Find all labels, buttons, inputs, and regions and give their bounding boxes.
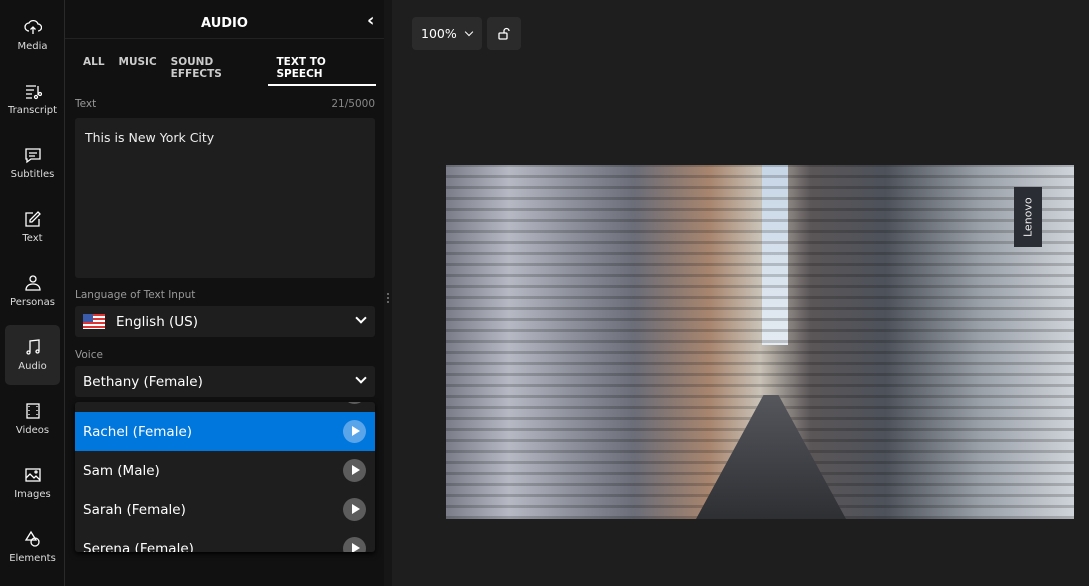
tab-all[interactable]: ALL <box>83 56 111 86</box>
rail-item-label: Transcript <box>7 105 58 116</box>
play-icon[interactable] <box>343 498 366 521</box>
voice-option-partial[interactable] <box>75 402 375 412</box>
tab-sound-effects[interactable]: SOUND EFFECTS <box>171 56 269 86</box>
chat-bubble-icon <box>24 148 41 164</box>
panel-title: AUDIO <box>201 16 248 31</box>
image-icon <box>24 468 41 482</box>
voice-option-label: Serena (Female) <box>83 540 194 553</box>
voice-option-label: Sarah (Female) <box>83 501 186 518</box>
voice-option[interactable]: Sarah (Female) <box>75 490 375 529</box>
transcript-scissors-icon <box>25 85 42 100</box>
rail-item-images[interactable]: Images <box>5 453 60 513</box>
collapse-panel-button[interactable]: ‹ <box>367 10 374 31</box>
voice-option[interactable]: Serena (Female) <box>75 529 375 552</box>
text-input[interactable]: This is New York City <box>75 118 375 278</box>
rail-item-label: Elements <box>9 553 56 564</box>
drag-handle-icon[interactable] <box>387 293 389 303</box>
film-icon <box>25 403 40 419</box>
video-preview[interactable]: Lenovo <box>446 165 1074 519</box>
rail-item-label: Personas <box>10 297 55 308</box>
tab-music[interactable]: MUSIC <box>119 56 163 86</box>
chevron-down-icon <box>464 27 473 36</box>
voice-option[interactable]: Rachel (Female) <box>75 412 375 451</box>
play-icon[interactable] <box>343 420 366 443</box>
zoom-value: 100% <box>421 26 457 41</box>
rail-item-label: Videos <box>15 425 50 436</box>
character-count: 21/5000 <box>331 98 375 110</box>
music-note-icon <box>25 339 40 355</box>
voice-option[interactable]: Sam (Male) <box>75 451 375 490</box>
shapes-icon <box>24 530 40 547</box>
person-icon <box>24 275 41 291</box>
play-icon[interactable] <box>343 537 366 552</box>
audio-panel: AUDIO ‹ ALL MUSIC SOUND EFFECTS TEXT TO … <box>65 0 384 586</box>
play-icon[interactable] <box>343 402 366 404</box>
rail-item-label: Media <box>17 41 48 52</box>
rail-item-audio[interactable]: Audio <box>5 325 60 385</box>
rail-item-personas[interactable]: Personas <box>5 261 60 321</box>
rail-item-elements[interactable]: Elements <box>5 517 60 577</box>
left-rail: Media Transcript Subtitles Text Personas Audi… <box>0 0 65 586</box>
voice-dropdown-list[interactable]: Rachel (Female) Sam (Male) Sarah (Female… <box>75 402 375 552</box>
language-value: English (US) <box>116 313 199 330</box>
rail-item-label: Text <box>22 233 43 244</box>
audio-tabs: ALL MUSIC SOUND EFFECTS TEXT TO SPEECH <box>83 56 384 86</box>
rail-item-transcript[interactable]: Transcript <box>5 69 60 129</box>
chevron-down-icon <box>355 312 367 324</box>
voice-value: Bethany (Female) <box>83 373 203 390</box>
divider <box>65 38 384 39</box>
rail-item-subtitles[interactable]: Subtitles <box>5 133 60 193</box>
rail-item-videos[interactable]: Videos <box>5 389 60 449</box>
language-label: Language of Text Input <box>75 289 196 301</box>
voice-option-label: Sam (Male) <box>83 462 160 479</box>
rail-item-media[interactable]: Media <box>5 5 60 65</box>
voice-select[interactable]: Bethany (Female) <box>75 366 375 397</box>
rail-item-label: Subtitles <box>10 169 55 180</box>
rail-item-label: Audio <box>18 361 47 372</box>
edit-icon <box>24 211 41 227</box>
lock-button[interactable] <box>487 17 521 50</box>
text-label: Text <box>75 98 97 110</box>
cloud-upload-icon <box>23 19 42 34</box>
tab-text-to-speech[interactable]: TEXT TO SPEECH <box>268 56 376 86</box>
us-flag-icon <box>83 314 105 329</box>
play-icon[interactable] <box>343 459 366 482</box>
rail-item-label: Images <box>14 489 51 500</box>
voice-label: Voice <box>75 349 103 361</box>
video-sign: Lenovo <box>1014 187 1042 247</box>
unlock-icon <box>498 27 510 40</box>
rail-item-text[interactable]: Text <box>5 197 60 257</box>
voice-option-label: Rachel (Female) <box>83 423 193 440</box>
chevron-down-icon <box>355 372 367 384</box>
zoom-select[interactable]: 100% <box>412 17 482 50</box>
language-select[interactable]: English (US) <box>75 306 375 337</box>
